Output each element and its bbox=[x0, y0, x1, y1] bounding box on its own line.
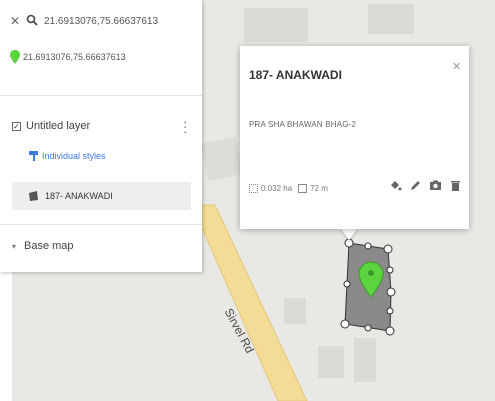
popup-toolbar bbox=[388, 178, 468, 192]
pencil-icon[interactable] bbox=[408, 178, 422, 192]
divider bbox=[0, 224, 202, 225]
building-block bbox=[318, 346, 344, 378]
layer-checkbox[interactable]: ✓ bbox=[12, 121, 21, 131]
divider bbox=[0, 95, 202, 96]
building-block bbox=[244, 8, 308, 42]
layer-header[interactable]: ✓ Untitled layer bbox=[12, 120, 90, 132]
perimeter-icon bbox=[298, 184, 308, 193]
search-query[interactable]: 21.6913076,75.66637613 bbox=[44, 16, 158, 27]
popup-tail bbox=[340, 228, 358, 240]
layer-name[interactable]: Untitled layer bbox=[26, 120, 90, 132]
base-map-label: Base map bbox=[24, 240, 74, 252]
area-icon bbox=[249, 184, 258, 193]
close-icon[interactable]: ✕ bbox=[10, 14, 26, 28]
base-map-row[interactable]: ▾ Base map bbox=[12, 240, 74, 252]
trash-icon[interactable] bbox=[448, 178, 462, 192]
building-block bbox=[354, 338, 376, 382]
search-icon[interactable] bbox=[26, 14, 40, 28]
area-value: 0.032 ha bbox=[261, 184, 293, 193]
individual-styles-link[interactable]: Individual styles bbox=[28, 150, 106, 162]
more-options-icon[interactable]: · · · bbox=[183, 115, 187, 138]
paint-roller-icon bbox=[28, 150, 40, 162]
paint-bucket-icon[interactable] bbox=[388, 178, 402, 192]
caret-down-icon[interactable]: ▾ bbox=[12, 242, 16, 251]
popup-description: PRA SHA BHAWAN BHAG-2 bbox=[249, 120, 357, 129]
building-block bbox=[368, 4, 414, 34]
individual-styles-label: Individual styles bbox=[42, 151, 106, 161]
building-block bbox=[284, 298, 306, 324]
close-icon[interactable]: ✕ bbox=[452, 60, 461, 73]
search-result[interactable]: 21.6913076,75.66637613 bbox=[10, 50, 126, 64]
camera-icon[interactable] bbox=[428, 178, 442, 192]
feature-item[interactable]: 187- ANAKWADI bbox=[12, 182, 191, 210]
green-pin-icon bbox=[10, 50, 20, 64]
measurements: 0.032 ha 72 m bbox=[249, 184, 328, 193]
building-block bbox=[200, 136, 244, 182]
popup-title: 187- ANAKWADI bbox=[249, 68, 342, 82]
search-row: ✕ 21.6913076,75.66637613 bbox=[10, 14, 158, 28]
feature-label: 187- ANAKWADI bbox=[45, 191, 113, 201]
layers-panel: ✕ 21.6913076,75.66637613 21.6913076,75.6… bbox=[0, 0, 202, 272]
search-result-label: 21.6913076,75.66637613 bbox=[23, 52, 126, 62]
polygon-icon bbox=[28, 190, 39, 202]
perimeter-value: 72 m bbox=[310, 184, 328, 193]
feature-info-popup: 187- ANAKWADI ✕ PRA SHA BHAWAN BHAG-2 0.… bbox=[240, 46, 469, 229]
